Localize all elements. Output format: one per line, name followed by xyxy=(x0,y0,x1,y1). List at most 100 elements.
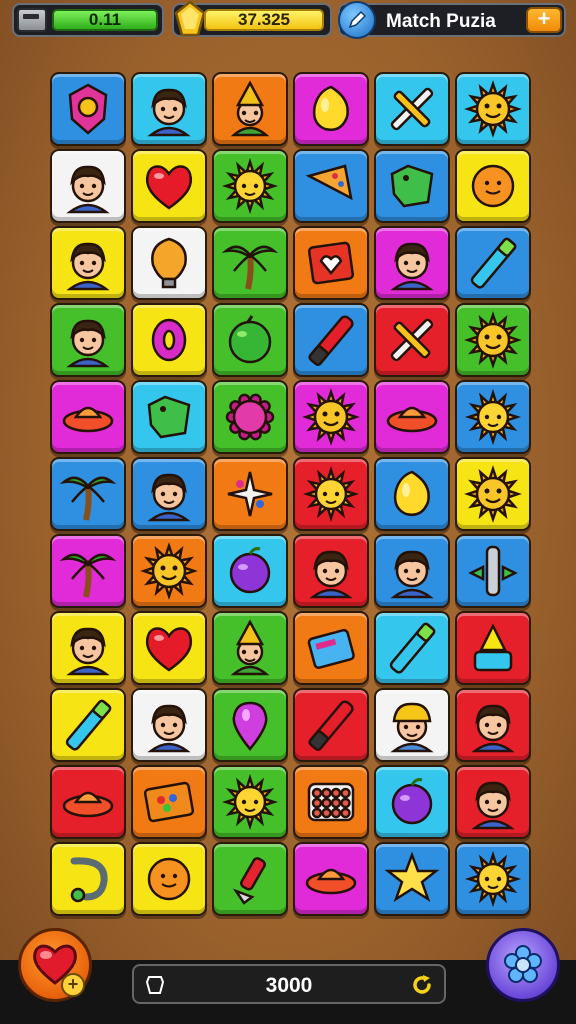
tile-2-0[interactable] xyxy=(50,226,126,300)
tile-2-4[interactable] xyxy=(374,226,450,300)
marker-icon xyxy=(65,699,112,751)
tile-4-3[interactable] xyxy=(293,380,369,454)
tile-5-3[interactable] xyxy=(293,457,369,531)
tile-1-3[interactable] xyxy=(293,149,369,223)
tile-7-3[interactable] xyxy=(293,611,369,685)
tile-5-1[interactable] xyxy=(131,457,207,531)
tile-8-2[interactable] xyxy=(212,688,288,762)
marker-icon xyxy=(389,622,436,674)
tile-0-2[interactable] xyxy=(212,72,288,146)
syringe-icon xyxy=(232,857,266,905)
lemon-icon xyxy=(312,85,349,131)
tile-2-3[interactable] xyxy=(293,226,369,300)
sparkle-icon xyxy=(227,471,273,517)
tile-6-3[interactable] xyxy=(293,534,369,608)
tile-8-1[interactable] xyxy=(131,688,207,762)
tile-3-5[interactable] xyxy=(455,303,531,377)
tile-2-5[interactable] xyxy=(455,226,531,300)
settings-button[interactable] xyxy=(486,928,560,1002)
pencil-icon[interactable] xyxy=(338,1,376,39)
tile-9-2[interactable] xyxy=(212,765,288,839)
tile-9-4[interactable] xyxy=(374,765,450,839)
energy-meter[interactable]: 0.11 xyxy=(12,3,164,37)
tile-1-1[interactable] xyxy=(131,149,207,223)
tile-10-4[interactable] xyxy=(374,842,450,916)
tile-0-1[interactable] xyxy=(131,72,207,146)
tile-8-0[interactable] xyxy=(50,688,126,762)
pin-icon xyxy=(232,701,268,751)
tile-9-0[interactable] xyxy=(50,765,126,839)
tile-4-4[interactable] xyxy=(374,380,450,454)
green-ball-icon xyxy=(228,315,272,364)
top-bar: 0.11 37.325 Match Puzia + xyxy=(0,0,576,48)
tile-7-1[interactable] xyxy=(131,611,207,685)
tile-7-4[interactable] xyxy=(374,611,450,685)
tile-4-2[interactable] xyxy=(212,380,288,454)
tile-6-1[interactable] xyxy=(131,534,207,608)
tile-3-3[interactable] xyxy=(293,303,369,377)
pencil-cross-icon xyxy=(390,318,434,362)
tile-6-2[interactable] xyxy=(212,534,288,608)
tile-7-5[interactable] xyxy=(455,611,531,685)
tile-9-1[interactable] xyxy=(131,765,207,839)
tile-1-4[interactable] xyxy=(374,149,450,223)
tile-8-4[interactable] xyxy=(374,688,450,762)
boy-icon xyxy=(147,704,191,753)
tile-8-5[interactable] xyxy=(455,688,531,762)
tile-4-0[interactable] xyxy=(50,380,126,454)
tile-2-2[interactable] xyxy=(212,226,288,300)
refresh-icon[interactable] xyxy=(410,973,434,997)
tile-1-2[interactable] xyxy=(212,149,288,223)
tile-3-0[interactable] xyxy=(50,303,126,377)
tile-6-0[interactable] xyxy=(50,534,126,608)
add-button[interactable]: + xyxy=(526,7,562,33)
tile-9-5[interactable] xyxy=(455,765,531,839)
sun-face-icon xyxy=(140,542,198,600)
tile-10-2[interactable] xyxy=(212,842,288,916)
pencil-cross-icon xyxy=(390,87,434,131)
tile-5-2[interactable] xyxy=(212,457,288,531)
tile-0-5[interactable] xyxy=(455,72,531,146)
tile-10-0[interactable] xyxy=(50,842,126,916)
tile-9-3[interactable] xyxy=(293,765,369,839)
tile-4-1[interactable] xyxy=(131,380,207,454)
tile-7-2[interactable] xyxy=(212,611,288,685)
sun-face-icon xyxy=(302,388,360,446)
gnome-icon xyxy=(230,80,270,137)
title-panel: Match Puzia + xyxy=(338,1,566,39)
badge-icon xyxy=(68,83,108,135)
tile-4-5[interactable] xyxy=(455,380,531,454)
book-icon xyxy=(307,628,355,669)
tile-1-0[interactable] xyxy=(50,149,126,223)
tile-5-4[interactable] xyxy=(374,457,450,531)
plus-icon: + xyxy=(61,973,85,997)
tile-7-0[interactable] xyxy=(50,611,126,685)
tile-5-5[interactable] xyxy=(455,457,531,531)
tile-2-1[interactable] xyxy=(131,226,207,300)
coin-counter[interactable]: 37.325 xyxy=(172,0,332,37)
add-life-button[interactable]: + xyxy=(18,928,92,1002)
tile-10-1[interactable] xyxy=(131,842,207,916)
tile-1-5[interactable] xyxy=(455,149,531,223)
tile-10-3[interactable] xyxy=(293,842,369,916)
tile-3-1[interactable] xyxy=(131,303,207,377)
boy-icon xyxy=(147,88,191,137)
lemon-icon xyxy=(393,470,430,516)
sun-icon xyxy=(302,465,360,523)
score-panel: 3000 xyxy=(132,964,446,1004)
boy-icon xyxy=(66,165,110,214)
tile-6-4[interactable] xyxy=(374,534,450,608)
heart-icon xyxy=(145,165,193,210)
tile-3-2[interactable] xyxy=(212,303,288,377)
tile-0-0[interactable] xyxy=(50,72,126,146)
tile-10-5[interactable] xyxy=(455,842,531,916)
tile-6-5[interactable] xyxy=(455,534,531,608)
sun-face-icon xyxy=(464,465,522,523)
orange-ball-icon xyxy=(147,857,191,901)
tile-0-4[interactable] xyxy=(374,72,450,146)
tile-0-3[interactable] xyxy=(293,72,369,146)
tile-8-3[interactable] xyxy=(293,688,369,762)
tile-5-0[interactable] xyxy=(50,457,126,531)
tile-3-4[interactable] xyxy=(374,303,450,377)
tube-icon xyxy=(468,545,518,597)
